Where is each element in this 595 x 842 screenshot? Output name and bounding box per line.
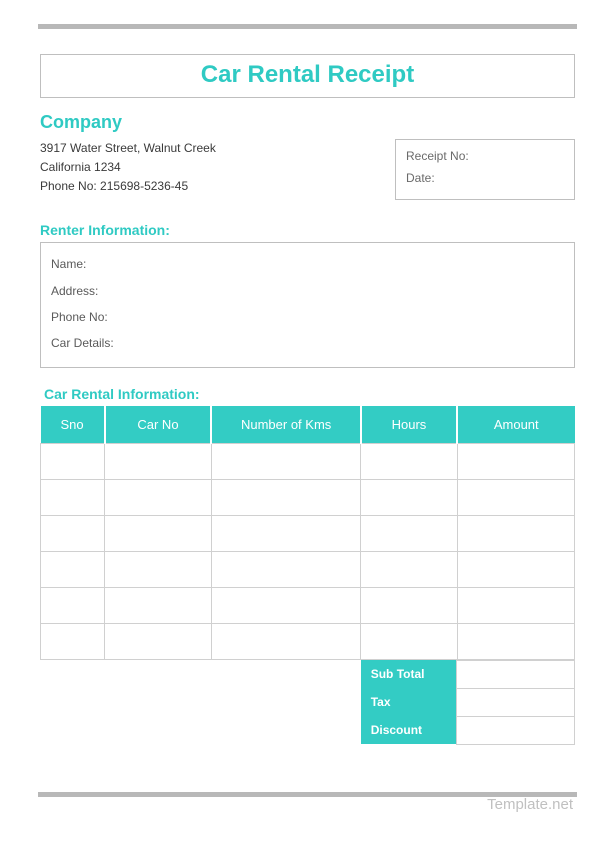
subtotal-value: [457, 660, 575, 688]
table-row: [41, 623, 575, 659]
rental-table-body: [41, 443, 575, 659]
col-amount: Amount: [457, 406, 575, 444]
renter-address-label: Address:: [51, 278, 564, 304]
summary-tax-row: Tax: [40, 688, 575, 716]
summary-table: Sub Total Tax Discount: [40, 660, 575, 745]
company-block: 3917 Water Street, Walnut Creek Californ…: [40, 139, 575, 200]
company-heading: Company: [40, 112, 575, 133]
renter-info-box: Name: Address: Phone No: Car Details:: [40, 242, 575, 368]
footer-brand: Template.net: [487, 796, 573, 813]
receipt-meta-box: Receipt No: Date:: [395, 139, 575, 200]
title-box: Car Rental Receipt: [40, 54, 575, 98]
rental-table-header-row: Sno Car No Number of Kms Hours Amount: [41, 406, 575, 444]
company-phone: Phone No: 215698-5236-45: [40, 177, 216, 196]
summary-discount-row: Discount: [40, 716, 575, 744]
col-sno: Sno: [41, 406, 105, 444]
discount-label: Discount: [361, 716, 457, 744]
renter-phone-label: Phone No:: [51, 304, 564, 330]
col-carno: Car No: [105, 406, 212, 444]
renter-name-label: Name:: [51, 251, 564, 277]
table-row: [41, 443, 575, 479]
col-hours: Hours: [361, 406, 457, 444]
summary-subtotal-row: Sub Total: [40, 660, 575, 688]
tax-label: Tax: [361, 688, 457, 716]
renter-car-details-label: Car Details:: [51, 330, 564, 356]
rental-info-heading: Car Rental Information:: [44, 386, 575, 402]
table-row: [41, 587, 575, 623]
table-row: [41, 551, 575, 587]
col-kms: Number of Kms: [211, 406, 361, 444]
company-address: 3917 Water Street, Walnut Creek Californ…: [40, 139, 216, 197]
subtotal-label: Sub Total: [361, 660, 457, 688]
table-row: [41, 515, 575, 551]
receipt-date-label: Date:: [406, 168, 564, 190]
receipt-no-label: Receipt No:: [406, 146, 564, 168]
company-address-line1: 3917 Water Street, Walnut Creek: [40, 139, 216, 158]
company-address-line2: California 1234: [40, 158, 216, 177]
tax-value: [457, 688, 575, 716]
renter-heading: Renter Information:: [40, 222, 575, 238]
discount-value: [457, 716, 575, 744]
table-row: [41, 479, 575, 515]
rental-table: Sno Car No Number of Kms Hours Amount: [40, 406, 575, 660]
page-content: Car Rental Receipt Company 3917 Water St…: [40, 54, 575, 745]
page-title: Car Rental Receipt: [41, 61, 574, 89]
top-divider: [38, 24, 577, 29]
